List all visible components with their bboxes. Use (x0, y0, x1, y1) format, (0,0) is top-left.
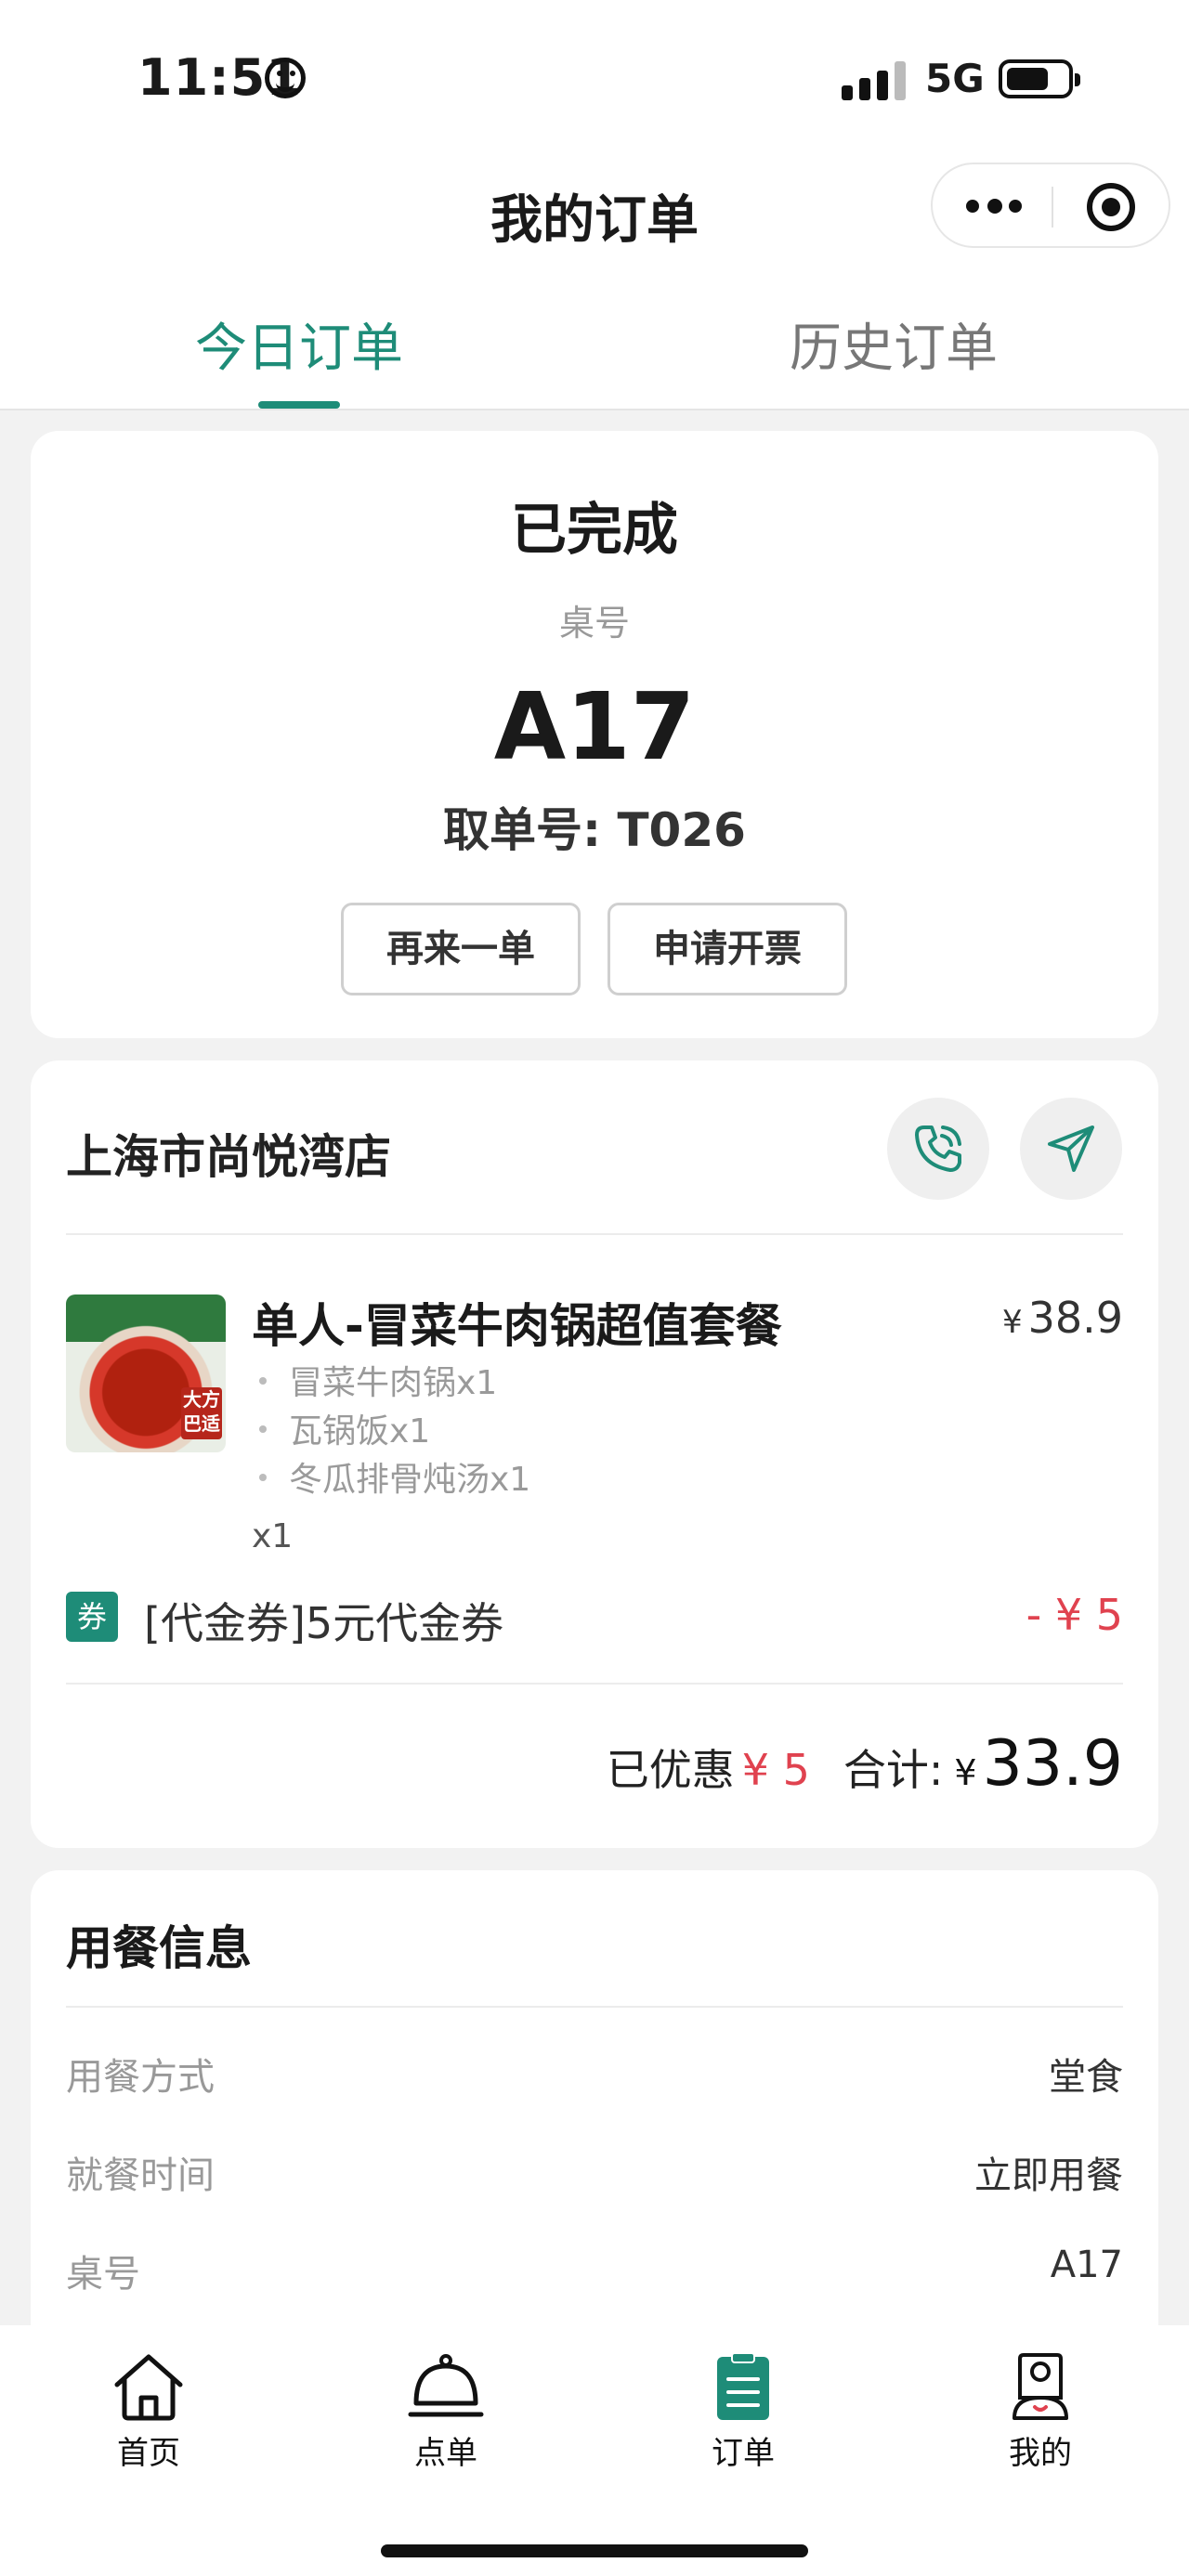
bullet-dot (259, 1377, 267, 1385)
more-icon[interactable] (966, 199, 1022, 215)
info-value: 堂食 (1049, 2056, 1123, 2099)
tab-underline (258, 401, 340, 409)
navigate-button[interactable] (1020, 1098, 1122, 1200)
cloche-icon (408, 2354, 484, 2417)
nav-bar: 我的订单 (0, 158, 1189, 269)
tabbar-item-orders[interactable]: 订单 (650, 2351, 836, 2491)
tabbar-label: 点单 (414, 2435, 477, 2472)
store-name: 上海市尚悦湾店 (66, 1130, 391, 1184)
dish-image-badge: 大方巴适 (181, 1387, 222, 1439)
status-bar: 11:51 5G (0, 0, 1189, 158)
tab-history-orders[interactable]: 历史订单 (790, 306, 998, 382)
dish-image: 大方巴适 (66, 1295, 226, 1452)
reorder-button[interactable]: 再来一单 (341, 903, 581, 995)
set-sub-item: 冒菜牛肉锅x1 (252, 1356, 497, 1404)
info-row: 就餐时间 立即用餐 (66, 2145, 1123, 2201)
dining-info-title: 用餐信息 (66, 1921, 252, 1975)
info-row: 桌号 A17 (66, 2244, 1123, 2299)
table-number: A17 (493, 672, 696, 781)
dish-name: 单人-冒菜牛肉锅超值套餐 (252, 1299, 782, 1353)
pickup-number: 取单号: T026 (443, 803, 746, 857)
discount-label: 已优惠 (606, 1745, 735, 1795)
info-value: A17 (1050, 2244, 1123, 2286)
info-value: 立即用餐 (974, 2154, 1123, 2197)
total-symbol: ¥ (954, 1752, 977, 1793)
navigation-arrow-icon (1048, 1125, 1094, 1172)
home-icon (114, 2354, 183, 2421)
home-indicator (381, 2544, 808, 2557)
price-symbol: ¥ (1001, 1304, 1023, 1341)
order-detail-card: 上海市尚悦湾店 大方巴适 单人-冒菜牛肉锅超值套餐 ¥38.9 冒菜牛肉锅x1 … (31, 1060, 1158, 1848)
capsule-divider (1052, 187, 1053, 228)
phone-icon (915, 1125, 961, 1172)
set-sub-item: 冬瓜排骨炖汤x1 (252, 1452, 530, 1501)
tabbar-item-order-menu[interactable]: 点单 (353, 2351, 539, 2491)
order-status-card: 已完成 桌号 A17 取单号: T026 再来一单 申请开票 (31, 431, 1158, 1038)
order-tabs: 今日订单 历史订单 (0, 269, 1189, 410)
set-sub-item: 瓦锅饭x1 (252, 1404, 430, 1452)
coupon-amount: - ¥ 5 (1026, 1590, 1123, 1640)
divider (66, 1233, 1123, 1235)
info-label: 用餐方式 (66, 2056, 215, 2099)
total-value: 33.9 (982, 1727, 1123, 1801)
divider (66, 2006, 1123, 2008)
coupon-text: [代金券]5元代金券 (144, 1598, 504, 1648)
info-label: 桌号 (66, 2253, 140, 2296)
bullet-dot (259, 1425, 267, 1433)
tabbar-item-home[interactable]: 首页 (56, 2351, 242, 2491)
bottom-tab-bar: 首页 点单 订单 我的 (0, 2325, 1189, 2576)
discount-value: ¥ 5 (741, 1745, 810, 1795)
profile-icon (1013, 2353, 1068, 2420)
order-clipboard-icon (717, 2352, 769, 2420)
info-label: 就餐时间 (66, 2154, 215, 2197)
close-target-icon[interactable] (1087, 183, 1135, 231)
tabbar-label: 我的 (1009, 2435, 1072, 2472)
bullet-dot (259, 1474, 267, 1481)
smiley-icon (265, 58, 306, 98)
tabbar-label: 首页 (117, 2435, 180, 2472)
info-row: 用餐方式 堂食 (66, 2047, 1123, 2102)
dish-price: ¥38.9 (1002, 1293, 1123, 1343)
signal-icon (842, 59, 907, 100)
call-button[interactable] (887, 1098, 989, 1200)
order-status: 已完成 (511, 498, 678, 563)
network-type: 5G (925, 56, 985, 101)
tabbar-item-profile[interactable]: 我的 (947, 2351, 1133, 2491)
divider (66, 1683, 1123, 1685)
mini-program-capsule (931, 163, 1170, 248)
screen: 11:51 5G 我的订单 今日订单 历史订单 已完成 桌号 A17 取单号: … (0, 0, 1189, 2576)
dish-quantity: x1 (252, 1517, 294, 1555)
order-total-row: 已优惠 ¥ 5 合计: ¥33.9 (607, 1727, 1123, 1802)
price-value: 38.9 (1027, 1293, 1123, 1343)
battery-icon (999, 59, 1080, 98)
tab-today-orders[interactable]: 今日订单 (195, 306, 403, 382)
tabbar-label: 订单 (712, 2435, 775, 2472)
invoice-button[interactable]: 申请开票 (608, 903, 847, 995)
total-label: 合计: (843, 1745, 944, 1795)
table-label: 桌号 (558, 603, 630, 644)
coupon-tag: 券 (66, 1592, 118, 1642)
